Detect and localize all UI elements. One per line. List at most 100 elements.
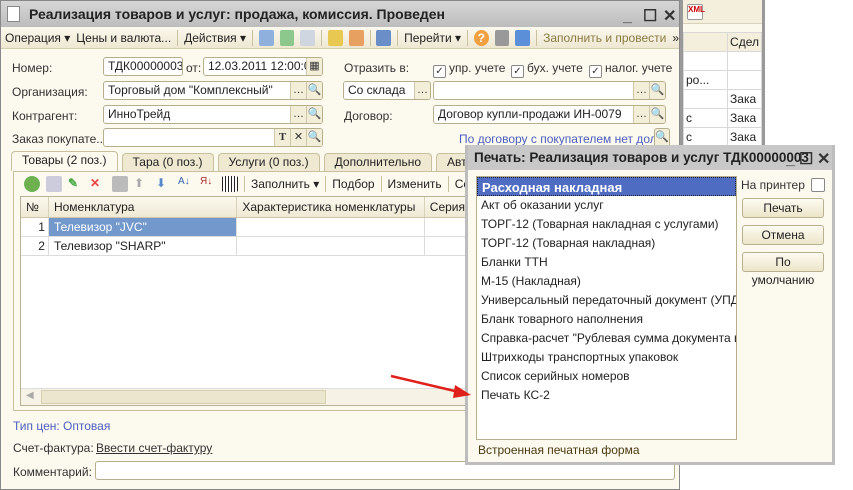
maximize-button[interactable]: ☐ [799, 147, 813, 172]
copy-row-icon[interactable] [46, 176, 62, 192]
operation-menu[interactable]: Операция ▾ [5, 31, 70, 45]
item-cell[interactable]: Телевизор "JVC" [48, 218, 238, 236]
select-icon[interactable]: … [290, 82, 306, 99]
mgmt-accounting-checkbox[interactable]: ✓ упр. учете [433, 61, 505, 78]
fill-menu[interactable]: Заполнить ▾ [251, 177, 319, 191]
debt-link[interactable]: По договору с покупателем нет долга [459, 132, 668, 146]
cell: Зака [727, 108, 762, 128]
edit-icon[interactable]: ✎ [68, 176, 84, 192]
print-form-item[interactable]: Расходная накладная [477, 177, 736, 196]
tab-containers[interactable]: Тара (0 поз.) [121, 153, 214, 171]
column-header[interactable]: № [21, 197, 49, 217]
column-header[interactable]: Номенклатура [49, 197, 238, 217]
print-form-item[interactable]: Акт об оказании услуг [477, 196, 736, 215]
item-cell[interactable]: Телевизор "SHARP" [49, 237, 238, 255]
barcode-icon[interactable] [222, 176, 238, 192]
characteristic-cell[interactable] [237, 237, 425, 255]
post-icon[interactable] [328, 29, 343, 46]
print-form-item[interactable]: Универсальный передаточный документ (УПД… [477, 291, 736, 310]
print-form-item[interactable]: М-15 (Накладная) [477, 272, 736, 291]
contractor-label: Контрагент: [12, 109, 78, 123]
select-icon[interactable]: … [633, 106, 649, 123]
post-and-close-icon[interactable] [258, 29, 274, 46]
characteristic-cell[interactable] [237, 218, 425, 236]
text-icon[interactable]: T [274, 129, 290, 146]
reflect-label: Отразить в: [344, 61, 410, 75]
copy-icon[interactable] [300, 29, 316, 46]
unpost-icon[interactable] [348, 29, 364, 46]
print-form-item[interactable]: Бланк товарного наполнения [477, 310, 736, 329]
search-icon[interactable]: 🔍 [649, 106, 665, 123]
delete-icon[interactable]: ✕ [90, 176, 106, 192]
separator [244, 176, 245, 192]
search-icon[interactable]: 🔍 [306, 129, 322, 146]
close-button[interactable]: ✕ [817, 147, 830, 172]
add-icon[interactable] [24, 176, 40, 192]
order-field[interactable]: T ✕ 🔍 [103, 128, 323, 147]
cell: Зака [727, 127, 762, 147]
print-form-item[interactable]: ТОРГ-12 (Товарная накладная с услугами) [477, 215, 736, 234]
xml-icon[interactable]: XML [687, 4, 705, 20]
column-header[interactable]: Характеристика номенклатуры [237, 197, 425, 217]
print-form-item[interactable]: ТОРГ-12 (Товарная накладная) [477, 234, 736, 253]
select-icon[interactable]: … [633, 82, 649, 99]
number-field[interactable]: ТДК00000003 [103, 57, 183, 76]
sort-desc-icon[interactable]: Я↓ [200, 176, 216, 192]
prices-button[interactable]: Цены и валюта... [76, 31, 171, 45]
scroll-left-icon[interactable]: ◀ [26, 390, 34, 401]
price-type-link[interactable]: Тип цен: Оптовая [13, 419, 110, 433]
search-icon[interactable]: 🔍 [306, 106, 322, 123]
warehouse-field[interactable]: … 🔍 [433, 81, 666, 100]
date-field[interactable]: 12.03.2011 12:00:00 ▦ [203, 57, 323, 76]
structure-icon[interactable] [494, 29, 510, 46]
fill-and-post-button[interactable]: Заполнить и провести [543, 31, 666, 45]
save-icon[interactable] [112, 176, 128, 192]
print-button[interactable]: Печать [742, 198, 824, 218]
move-up-icon[interactable]: ⬆ [134, 176, 150, 192]
change-button[interactable]: Изменить [388, 177, 442, 191]
contractor-field[interactable]: ИнноТрейд… 🔍 [103, 105, 323, 124]
more-icon[interactable]: » [672, 31, 679, 45]
calendar-icon[interactable]: ▦ [306, 58, 322, 75]
accounting-checkbox[interactable]: ✓ бух. учете [511, 61, 583, 78]
cancel-button[interactable]: Отмена [742, 225, 824, 245]
move-down-icon[interactable]: ⬇ [156, 176, 172, 192]
contract-field[interactable]: Договор купли-продажи ИН-0079… 🔍 [433, 105, 666, 124]
print-form-item[interactable]: Штрихкоды транспортных упаковок [477, 348, 736, 367]
minimize-button[interactable]: _ [786, 147, 795, 172]
pick-button[interactable]: Подбор [332, 177, 374, 191]
based-on-icon[interactable] [376, 29, 392, 46]
print-form-item[interactable]: Список серийных номеров [477, 367, 736, 386]
select-icon[interactable]: … [290, 106, 306, 123]
to-printer-checkbox[interactable] [811, 178, 825, 192]
organization-label: Организация: [12, 85, 88, 99]
print-form-item[interactable]: Печать КС-2 [477, 386, 736, 405]
default-button[interactable]: По умолчанию [742, 252, 824, 287]
help-icon[interactable]: ? [473, 29, 489, 46]
checklist-icon[interactable] [515, 29, 531, 46]
invoice-link[interactable]: Ввести счет-фактуру [96, 441, 212, 455]
goto-menu[interactable]: Перейти ▾ [404, 31, 461, 45]
scrollbar-thumb[interactable] [41, 390, 326, 404]
print-form-item[interactable]: Бланки ТТН [477, 253, 736, 272]
search-icon[interactable]: 🔍 [649, 82, 665, 99]
tax-accounting-checkbox[interactable]: ✓ налог. учете [589, 61, 672, 78]
to-printer-label: На принтер [741, 178, 805, 192]
order-label: Заказ покупате... [12, 132, 107, 146]
print-form-item[interactable]: Справка-расчет "Рублевая сумма документа… [477, 329, 736, 348]
refresh-icon[interactable] [279, 29, 295, 46]
cell [727, 70, 762, 90]
clear-icon[interactable]: ✕ [290, 129, 306, 146]
select-icon[interactable]: … [414, 82, 430, 99]
cell: ро... [682, 70, 729, 90]
document-icon [7, 6, 20, 22]
search-icon[interactable]: 🔍 [306, 82, 322, 99]
warehouse-mode-field[interactable]: Со склада… [343, 81, 431, 100]
tab-additional[interactable]: Дополнительно [323, 153, 433, 171]
actions-menu[interactable]: Действия ▾ [184, 31, 246, 45]
tab-goods[interactable]: Товары (2 поз.) [11, 151, 118, 171]
separator [447, 176, 449, 192]
sort-asc-icon[interactable]: А↓ [178, 176, 194, 192]
tab-services[interactable]: Услуги (0 поз.) [217, 153, 320, 171]
organization-field[interactable]: Торговый дом "Комплексный"… 🔍 [103, 81, 323, 100]
